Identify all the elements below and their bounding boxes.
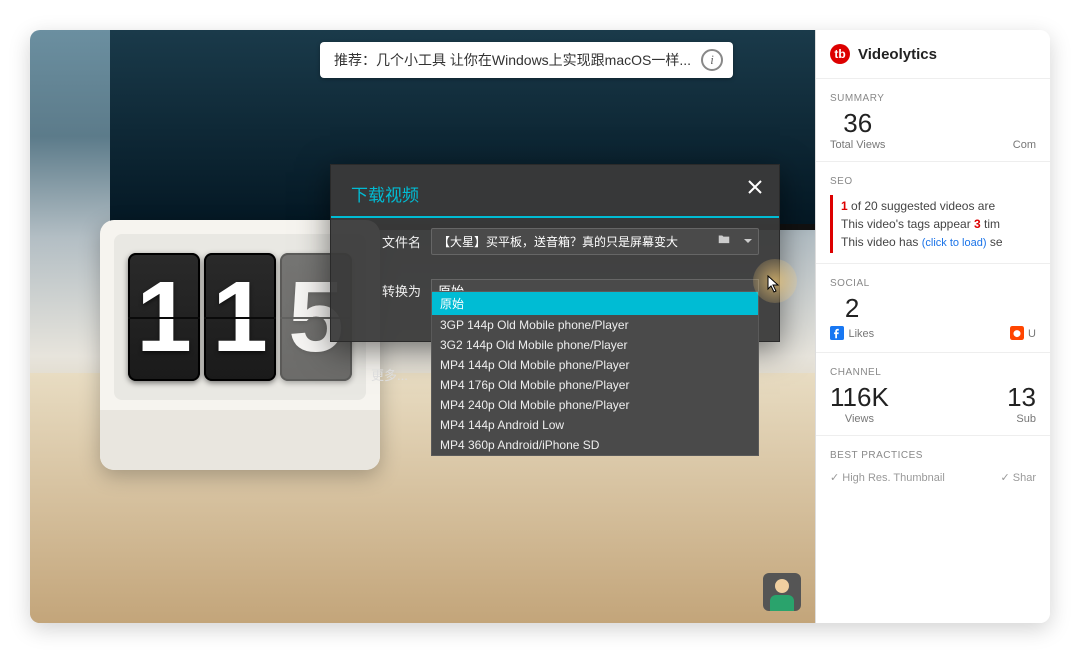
filename-label: 文件名 bbox=[361, 232, 421, 251]
option-mp4-176p[interactable]: MP4 176p Old Mobile phone/Player bbox=[432, 375, 758, 395]
convert-label: 转换为 bbox=[361, 281, 421, 300]
app-frame: AM 1 1 5 推荐：几个小工具 让你在Windows上实现跟macOS一样.… bbox=[30, 30, 1050, 623]
download-video-dialog: 下载视频 文件名 【大星】买平板，送音箱？真的只是屏幕变大 bbox=[330, 164, 780, 342]
avatar-body bbox=[770, 595, 794, 611]
recommendation-card[interactable]: 推荐：几个小工具 让你在Windows上实现跟macOS一样... i bbox=[320, 42, 733, 78]
total-views-value: 36 bbox=[830, 108, 885, 139]
facebook-icon bbox=[830, 326, 844, 340]
seo-heading: SEO bbox=[816, 162, 1050, 191]
option-mp4-360p[interactable]: MP4 360p Android/iPhone SD bbox=[432, 435, 758, 455]
likes-value: 2 bbox=[830, 293, 874, 324]
reddit-icon bbox=[1010, 326, 1024, 340]
best-practices-row: ✓ High Res. Thumbnail ✓ Shar bbox=[816, 465, 1050, 490]
seo-summary-box: 1 of 20 suggested videos are This video'… bbox=[830, 195, 1036, 253]
filename-row: 文件名 【大星】买平板，送音箱？真的只是屏幕变大 bbox=[331, 218, 779, 255]
comments-stat: Com bbox=[925, 108, 1036, 151]
subscribers-value: 13 bbox=[929, 382, 1036, 413]
avatar-head bbox=[775, 579, 789, 593]
device-base bbox=[100, 410, 380, 470]
option-3g2-144p[interactable]: 3G2 144p Old Mobile phone/Player bbox=[432, 335, 758, 355]
videolytics-header: tb Videolytics bbox=[816, 40, 1050, 79]
option-mp4-144p-android[interactable]: MP4 144p Android Low bbox=[432, 415, 758, 435]
clock-face: AM 1 1 5 bbox=[114, 234, 366, 400]
videolytics-title: Videolytics bbox=[858, 46, 937, 63]
comments-label: Com bbox=[925, 139, 1036, 151]
reddit-stat: U bbox=[914, 293, 1036, 342]
subscribers-label: Sub bbox=[929, 413, 1036, 425]
best-practices-heading: BEST PRACTICES bbox=[816, 436, 1050, 465]
videolytics-panel: tb Videolytics SUMMARY 36 Total Views Co… bbox=[815, 30, 1050, 623]
summary-heading: SUMMARY bbox=[816, 79, 1050, 108]
total-views-label: Total Views bbox=[830, 139, 885, 151]
option-mp4-144p[interactable]: MP4 144p Old Mobile phone/Player bbox=[432, 355, 758, 375]
recommendation-text: 推荐：几个小工具 让你在Windows上实现跟macOS一样... bbox=[334, 50, 691, 70]
subscribers-stat: 13 Sub bbox=[929, 382, 1036, 425]
likes-stat: 2 Likes bbox=[830, 293, 874, 342]
channel-heading: CHANNEL bbox=[816, 353, 1050, 382]
channel-views-value: 116K bbox=[830, 382, 889, 413]
bp-share-check: ✓ Shar bbox=[1000, 471, 1036, 484]
info-icon[interactable]: i bbox=[701, 49, 723, 71]
channel-views-label: Views bbox=[830, 413, 889, 425]
click-to-load-link[interactable]: (click to load) bbox=[922, 237, 987, 249]
option-mp4-240p[interactable]: MP4 240p Old Mobile phone/Player bbox=[432, 395, 758, 415]
video-player-area[interactable]: AM 1 1 5 推荐：几个小工具 让你在Windows上实现跟macOS一样.… bbox=[30, 30, 815, 623]
close-button[interactable] bbox=[745, 177, 765, 200]
dialog-title: 下载视频 bbox=[331, 165, 779, 217]
option-original[interactable]: 原始 bbox=[432, 292, 758, 315]
social-heading: SOCIAL bbox=[816, 264, 1050, 293]
clock-digit-2: 1 bbox=[204, 253, 276, 381]
channel-avatar[interactable] bbox=[763, 573, 801, 611]
mouse-cursor-icon bbox=[767, 275, 781, 296]
close-icon bbox=[745, 185, 765, 200]
chevron-down-icon[interactable] bbox=[743, 234, 753, 249]
folder-icon[interactable] bbox=[717, 232, 731, 249]
more-options-link[interactable]: 更多... bbox=[371, 365, 408, 384]
likes-label: Likes bbox=[848, 328, 874, 340]
clock-digit-1: 1 bbox=[128, 253, 200, 381]
filename-input[interactable]: 【大星】买平板，送音箱？真的只是屏幕变大 bbox=[431, 228, 759, 255]
click-highlight bbox=[753, 259, 797, 303]
tubebuddy-logo-icon: tb bbox=[830, 44, 850, 64]
channel-views-stat: 116K Views bbox=[830, 382, 889, 425]
convert-options-dropdown[interactable]: 原始 3GP 144p Old Mobile phone/Player 3G2 … bbox=[431, 291, 759, 456]
bp-thumbnail-check: ✓ High Res. Thumbnail bbox=[830, 471, 945, 484]
total-views-stat: 36 Total Views bbox=[830, 108, 885, 151]
option-3gp-144p[interactable]: 3GP 144p Old Mobile phone/Player bbox=[432, 315, 758, 335]
